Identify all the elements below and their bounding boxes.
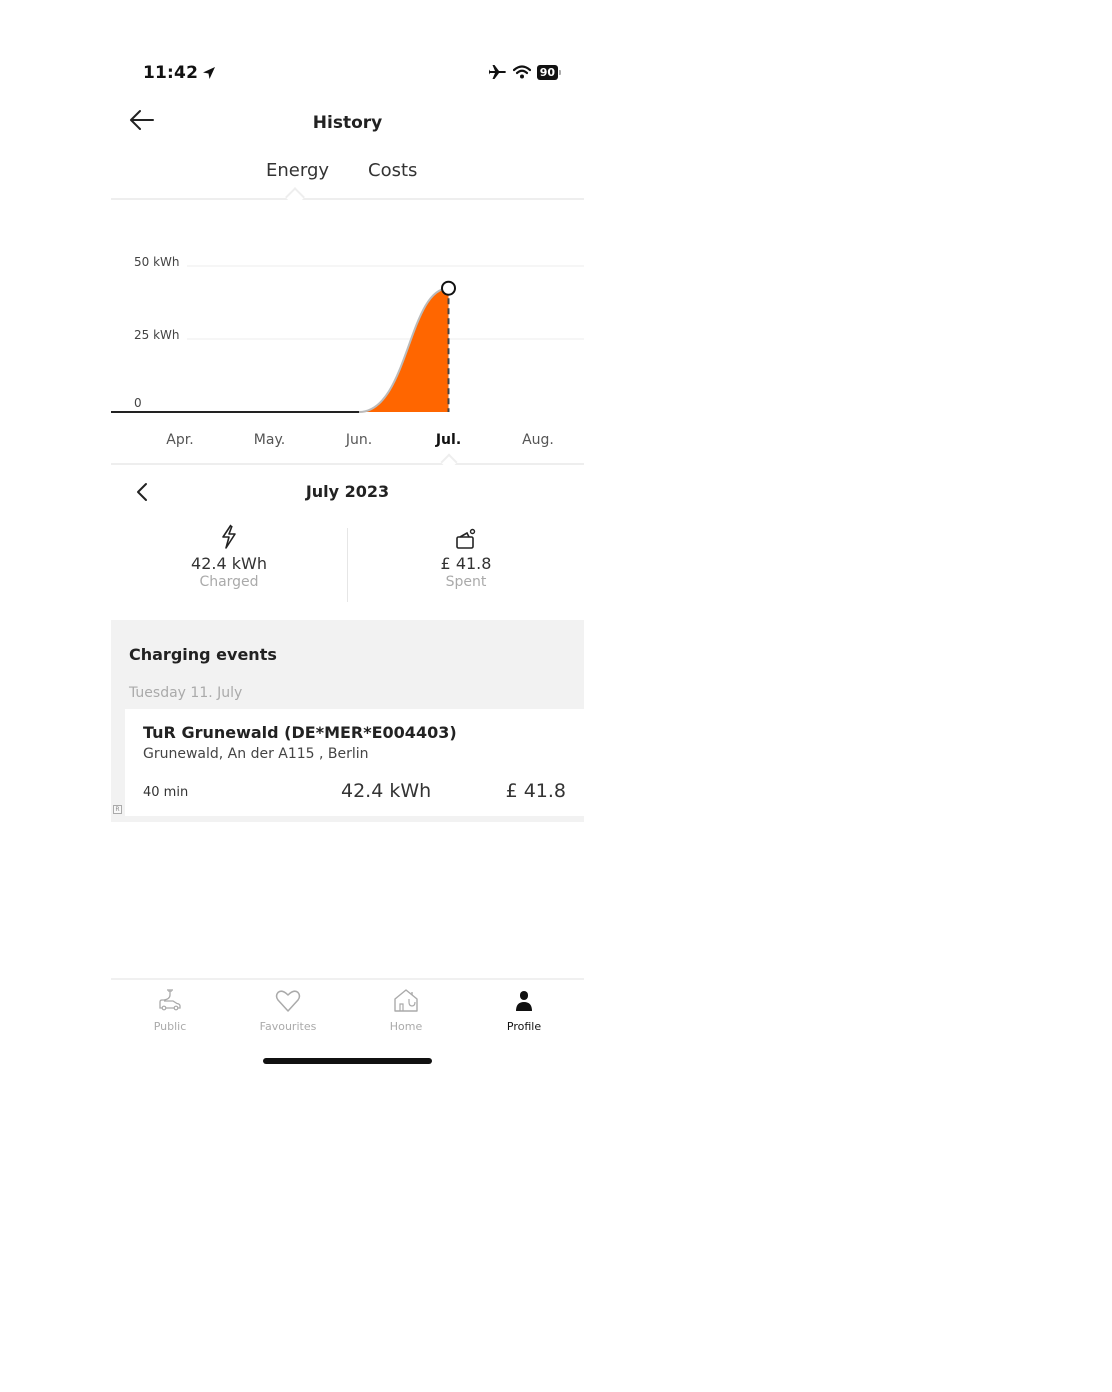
- heart-icon: [275, 990, 301, 1012]
- nav-profile[interactable]: Profile: [465, 986, 583, 1033]
- x-tick-label: Jun.: [345, 432, 372, 448]
- x-tick-label: Jul.: [435, 432, 461, 448]
- charging-events-section: Charging events Tuesday 11. July TuR Gru…: [111, 620, 584, 822]
- spent-label: Spent: [445, 574, 487, 590]
- tab-energy[interactable]: Energy: [266, 160, 329, 181]
- bottom-navigation: Public Favourites Home Profile: [111, 978, 584, 1038]
- status-icons: 90: [488, 64, 562, 80]
- airplane-icon: [488, 65, 506, 79]
- event-address: Grunewald, An der A115 , Berlin: [143, 746, 369, 762]
- monthly-summary: 42.4 kWh Charged £ 41.8 Spent: [111, 522, 584, 604]
- energy-chart: 0 25 kWh 50 kWh Apr. May. Jun. Jul. Aug.: [111, 240, 584, 470]
- event-group-date: Tuesday 11. July: [129, 685, 243, 701]
- nav-public-label: Public: [153, 1020, 187, 1033]
- spent-value: £ 41.8: [440, 554, 492, 573]
- energy-area-fill: [359, 288, 449, 412]
- selected-data-point: [441, 280, 456, 296]
- status-time-text: 11:42: [143, 63, 199, 83]
- charged-label: Charged: [199, 574, 259, 590]
- nav-public[interactable]: Public: [111, 986, 229, 1033]
- car-charging-icon: [159, 989, 181, 1011]
- x-tick-label: Aug.: [522, 432, 554, 448]
- status-time: 11:42: [143, 63, 216, 83]
- charging-events-title: Charging events: [129, 645, 277, 664]
- summary-spent: £ 41.8 Spent: [348, 522, 584, 590]
- charging-event-item[interactable]: TuR Grunewald (DE*MER*E004403) Grunewald…: [125, 709, 584, 816]
- nav-home[interactable]: Home: [347, 986, 465, 1033]
- wifi-icon: [512, 65, 531, 79]
- y-tick-label: 25 kWh: [134, 328, 180, 342]
- tab-costs[interactable]: Costs: [368, 160, 417, 181]
- person-icon: [516, 991, 532, 1011]
- energy-chart-svg: 0 25 kWh 50 kWh Apr. May. Jun. Jul. Aug.: [111, 255, 584, 448]
- event-station-name: TuR Grunewald (DE*MER*E004403): [143, 723, 457, 742]
- event-cost: £ 41.8: [505, 780, 566, 802]
- tab-bar: Energy Costs: [111, 158, 584, 207]
- home-indicator[interactable]: [263, 1058, 432, 1064]
- home-charger-icon: [394, 989, 418, 1012]
- period-title: July 2023: [305, 482, 390, 501]
- event-energy: 42.4 kWh: [341, 780, 432, 802]
- wallet-icon: [456, 528, 476, 549]
- event-duration: 40 min: [143, 785, 189, 800]
- chart-divider: [111, 463, 584, 465]
- lightning-icon: [222, 524, 236, 549]
- nav-profile-label: Profile: [506, 1020, 542, 1033]
- charged-value: 42.4 kWh: [191, 554, 267, 573]
- x-tick-label: May.: [254, 432, 285, 448]
- y-tick-label: 0: [134, 396, 142, 410]
- x-tick-label: Apr.: [166, 432, 193, 448]
- roaming-badge: R: [113, 805, 122, 814]
- active-tab-indicator: [285, 187, 305, 207]
- y-tick-label: 50 kWh: [134, 255, 180, 269]
- battery-indicator: 90: [536, 64, 562, 80]
- app-screen: 11:42 90 History Energy Costs 0 25 kWh 50 …: [111, 0, 584, 1392]
- nav-home-label: Home: [389, 1020, 423, 1033]
- location-arrow-icon: [203, 67, 216, 79]
- page-title: History: [312, 113, 383, 133]
- nav-favourites[interactable]: Favourites: [229, 986, 347, 1033]
- summary-charged: 42.4 kWh Charged: [111, 522, 347, 590]
- nav-favourites-label: Favourites: [259, 1020, 317, 1033]
